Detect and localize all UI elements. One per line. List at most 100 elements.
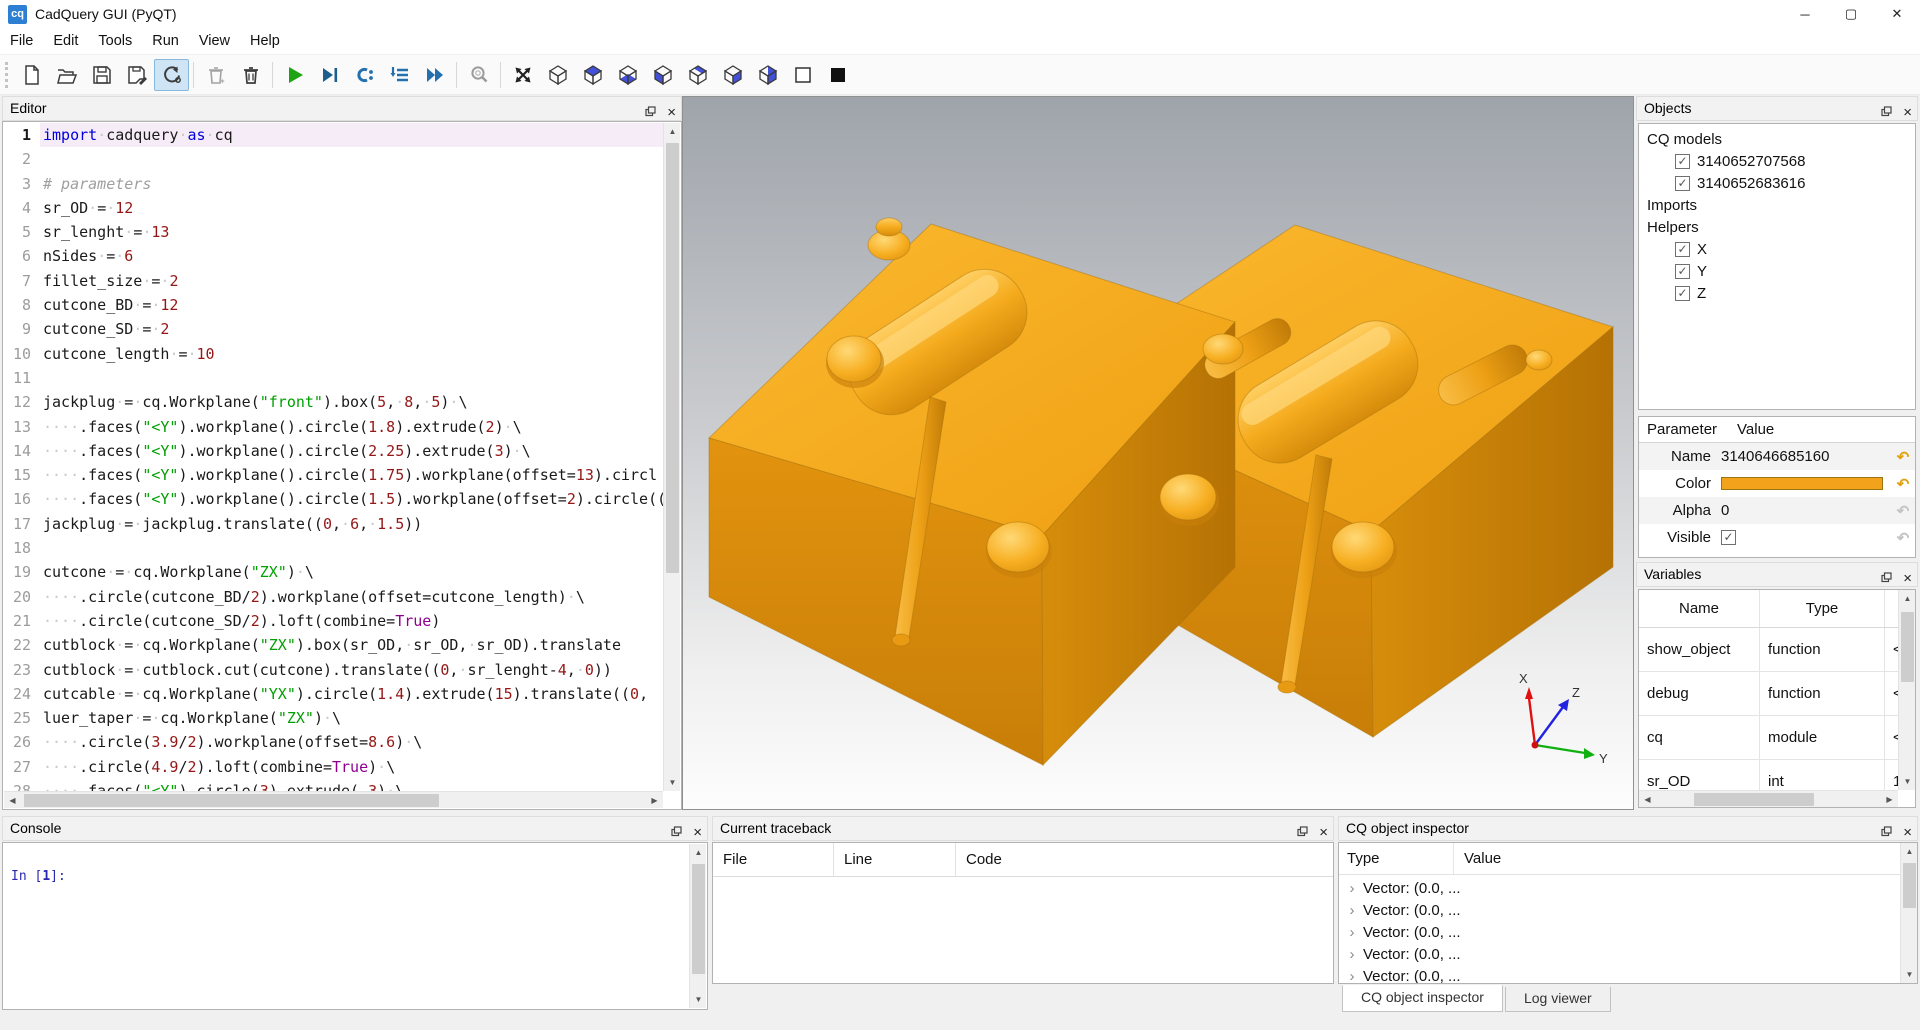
- code-line[interactable]: 12jackplug·=·cq.Workplane("front").box(5…: [4, 390, 663, 414]
- wireframe-toggle-button[interactable]: [785, 59, 820, 91]
- float-panel-icon[interactable]: [1297, 821, 1308, 844]
- code-line[interactable]: 27····.circle(4.9/2).loft(combine=True)·…: [4, 755, 663, 779]
- inspector-row[interactable]: ›Vector: (0.0, ...: [1339, 943, 1900, 965]
- property-row[interactable]: Name3140646685160↶: [1639, 443, 1915, 470]
- debug-button[interactable]: [312, 59, 347, 91]
- code-line[interactable]: 19cutcone·=·cq.Workplane("ZX")·\: [4, 560, 663, 584]
- float-panel-icon[interactable]: [1881, 101, 1892, 124]
- code-line[interactable]: 10cutcone_length·=·10: [4, 342, 663, 366]
- step-button[interactable]: [382, 59, 417, 91]
- undo-button[interactable]: ↶: [1891, 529, 1915, 547]
- checkbox[interactable]: ✓: [1675, 286, 1690, 301]
- menu-tools[interactable]: Tools: [88, 29, 142, 53]
- code-line[interactable]: 25luer_taper·=·cq.Workplane("ZX")·\: [4, 706, 663, 730]
- code-line[interactable]: 21····.circle(cutcone_SD/2).loft(combine…: [4, 609, 663, 633]
- variables-vscrollbar[interactable]: ▲ ▼: [1898, 590, 1915, 790]
- code-line[interactable]: 8cutcone_BD·=·12: [4, 293, 663, 317]
- property-row[interactable]: Color↶: [1639, 470, 1915, 497]
- code-line[interactable]: 17jackplug·=·jackplug.translate((0,·6,·1…: [4, 512, 663, 536]
- code-line[interactable]: 9cutcone_SD·=·2: [4, 317, 663, 341]
- expand-chevron[interactable]: ›: [1345, 880, 1359, 897]
- new-file-button[interactable]: [14, 59, 49, 91]
- reload-button[interactable]: [154, 59, 189, 91]
- color-swatch[interactable]: [1721, 477, 1883, 490]
- save-as-button[interactable]: [119, 59, 154, 91]
- close-panel-icon[interactable]: ×: [1903, 571, 1912, 586]
- code-line[interactable]: 2: [4, 147, 663, 171]
- editor-content[interactable]: 1import·cadquery·as·cq23# parameters4sr_…: [2, 121, 682, 810]
- code-line[interactable]: 6nSides·=·6: [4, 244, 663, 268]
- menu-view[interactable]: View: [189, 29, 240, 53]
- close-panel-icon[interactable]: ×: [1903, 105, 1912, 120]
- code-line[interactable]: 18: [4, 536, 663, 560]
- view-bottom-button[interactable]: [610, 59, 645, 91]
- code-line[interactable]: 26····.circle(3.9/2).workplane(offset=8.…: [4, 730, 663, 754]
- checkbox[interactable]: ✓: [1675, 264, 1690, 279]
- menu-help[interactable]: Help: [240, 29, 290, 53]
- code-line[interactable]: 5sr_lenght·=·13: [4, 220, 663, 244]
- code-line[interactable]: 13····.faces("<Y").workplane().circle(1.…: [4, 415, 663, 439]
- inspector-row[interactable]: ›Vector: (0.0, ...: [1339, 921, 1900, 943]
- code-line[interactable]: 23cutblock·=·cutblock.cut(cutcone).trans…: [4, 658, 663, 682]
- code-line[interactable]: 15····.faces("<Y").workplane().circle(1.…: [4, 463, 663, 487]
- tree-group-label[interactable]: Helpers: [1639, 216, 1915, 238]
- objects-tree[interactable]: CQ models✓3140652707568✓3140652683616Imp…: [1638, 123, 1916, 410]
- checkbox[interactable]: ✓: [1675, 176, 1690, 191]
- tab-cq-object-inspector[interactable]: CQ object inspector: [1342, 985, 1503, 1012]
- inspector-row[interactable]: ›Vector: (0.0, ...: [1339, 877, 1900, 899]
- variable-row[interactable]: debugfunction<f: [1639, 672, 1898, 716]
- 3d-viewport[interactable]: X Z Y: [682, 96, 1634, 810]
- float-panel-icon[interactable]: [1881, 567, 1892, 590]
- menu-edit[interactable]: Edit: [43, 29, 88, 53]
- editor-vscrollbar[interactable]: ▲ ▼: [663, 123, 680, 791]
- view-left-button[interactable]: [715, 59, 750, 91]
- code-line[interactable]: 14····.faces("<Y").workplane().circle(2.…: [4, 439, 663, 463]
- variable-row[interactable]: cqmodule<r: [1639, 716, 1898, 760]
- tree-group-label[interactable]: Imports: [1639, 194, 1915, 216]
- tree-item[interactable]: ✓3140652683616: [1639, 172, 1915, 194]
- view-front-button[interactable]: [645, 59, 680, 91]
- code-line[interactable]: 20····.circle(cutcone_BD/2).workplane(of…: [4, 585, 663, 609]
- close-panel-icon[interactable]: ×: [693, 825, 702, 840]
- code-area[interactable]: 1import·cadquery·as·cq23# parameters4sr_…: [4, 123, 663, 808]
- menu-run[interactable]: Run: [142, 29, 189, 53]
- open-file-button[interactable]: [49, 59, 84, 91]
- inspector-row[interactable]: ›Vector: (0.0, ...: [1339, 899, 1900, 921]
- view-back-button[interactable]: [680, 59, 715, 91]
- toolbar-drag-handle[interactable]: [5, 62, 10, 88]
- variable-row[interactable]: sr_ODint12: [1639, 760, 1898, 790]
- run-button[interactable]: [277, 59, 312, 91]
- code-line[interactable]: 4sr_OD·=·12: [4, 196, 663, 220]
- delete-button[interactable]: [233, 59, 268, 91]
- tree-item[interactable]: ✓Z: [1639, 282, 1915, 304]
- breakpoint-button[interactable]: [347, 59, 382, 91]
- code-line[interactable]: 7fillet_size·=·2: [4, 269, 663, 293]
- code-line[interactable]: 22cutblock·=·cq.Workplane("ZX").box(sr_O…: [4, 633, 663, 657]
- save-button[interactable]: [84, 59, 119, 91]
- inspector-vscrollbar[interactable]: ▲ ▼: [1900, 843, 1917, 983]
- close-panel-icon[interactable]: ×: [1319, 825, 1328, 840]
- expand-chevron[interactable]: ›: [1345, 946, 1359, 963]
- code-line[interactable]: 3# parameters: [4, 172, 663, 196]
- tree-item[interactable]: ✓3140652707568: [1639, 150, 1915, 172]
- tree-group-label[interactable]: CQ models: [1639, 128, 1915, 150]
- close-panel-icon[interactable]: ×: [1903, 825, 1912, 840]
- clear-button[interactable]: ✦: [198, 59, 233, 91]
- code-line[interactable]: 24cutcable·=·cq.Workplane("YX").circle(1…: [4, 682, 663, 706]
- view-right-button[interactable]: [750, 59, 785, 91]
- menu-file[interactable]: File: [0, 29, 43, 53]
- float-panel-icon[interactable]: [671, 821, 682, 844]
- checkbox[interactable]: ✓: [1675, 242, 1690, 257]
- minimize-button[interactable]: ─: [1782, 0, 1828, 28]
- tree-item[interactable]: ✓X: [1639, 238, 1915, 260]
- console-output[interactable]: In [1]: ▲ ▼: [2, 842, 708, 1010]
- inspect-button[interactable]: [461, 59, 496, 91]
- continue-button[interactable]: [417, 59, 452, 91]
- view-iso-button[interactable]: [540, 59, 575, 91]
- editor-hscrollbar[interactable]: ◀ ▶: [4, 791, 663, 808]
- traceback-table[interactable]: File Line Code: [712, 842, 1334, 984]
- console-vscrollbar[interactable]: ▲ ▼: [689, 844, 706, 1008]
- inspector-table[interactable]: Type Value ›Vector: (0.0, ...›Vector: (0…: [1338, 842, 1918, 984]
- variable-row[interactable]: show_objectfunction<f: [1639, 628, 1898, 672]
- property-row[interactable]: Visible✓↶: [1639, 524, 1915, 551]
